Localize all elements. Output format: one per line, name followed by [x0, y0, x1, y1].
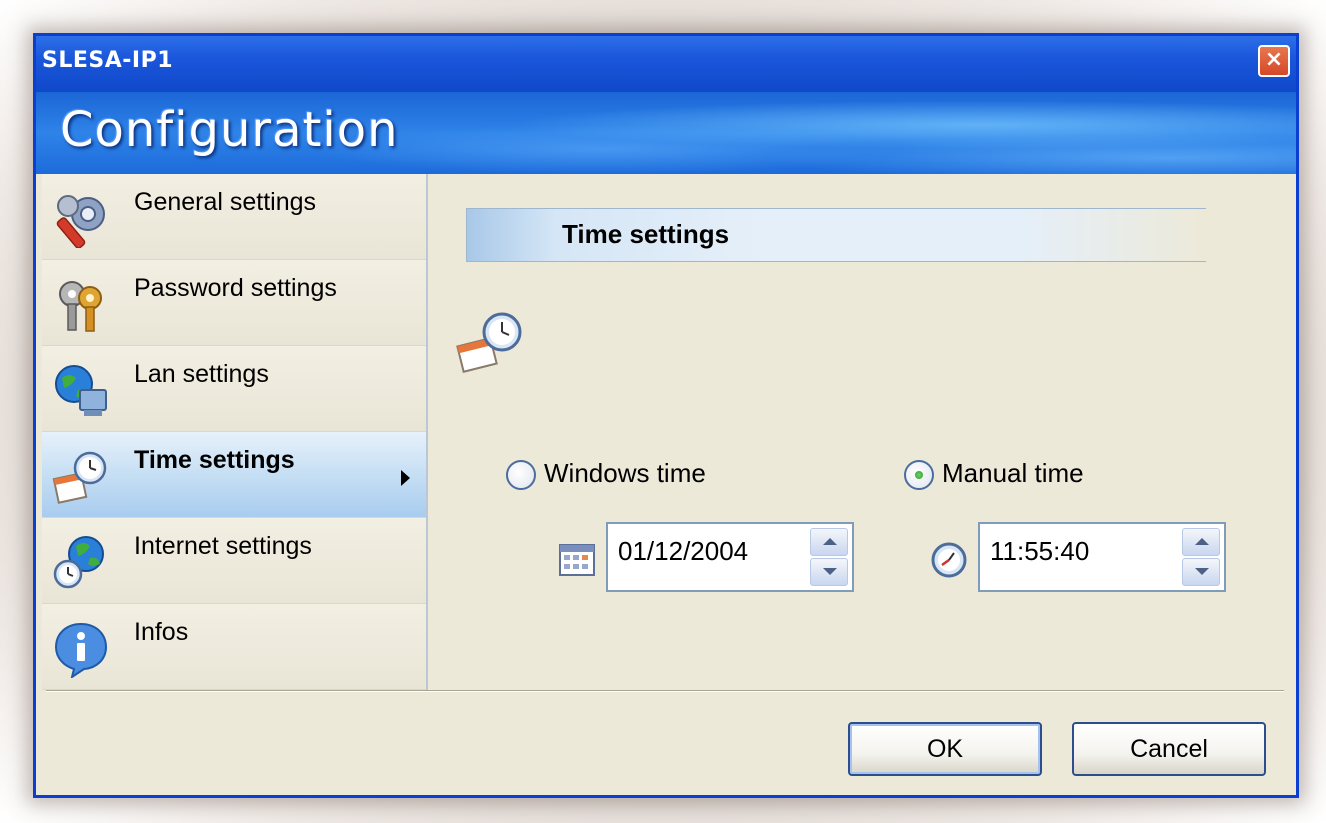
title-bar[interactable]: SLESA-IP1 × — [36, 36, 1296, 92]
time-value: 11:55:40 — [990, 536, 1090, 566]
info-icon — [54, 622, 108, 678]
sidebar-item-general-settings[interactable]: General settings — [42, 174, 426, 260]
windows-time-radio-button[interactable] — [506, 460, 536, 490]
cancel-button[interactable]: Cancel — [1072, 722, 1266, 776]
calendar-icon — [559, 544, 595, 576]
date-input[interactable]: 01/12/2004 — [606, 522, 854, 592]
banner-title: Configuration — [60, 102, 399, 158]
manual-time-radio[interactable]: Manual time — [904, 458, 1124, 494]
chevron-up-icon — [1195, 538, 1209, 545]
windows-time-radio[interactable]: Windows time — [506, 458, 746, 494]
sidebar-item-label: Time settings — [134, 446, 295, 474]
sidebar-item-lan-settings[interactable]: Lan settings — [42, 346, 426, 432]
ok-button[interactable]: OK — [848, 722, 1042, 776]
configuration-dialog: SLESA-IP1 × Configuration General settin… — [33, 33, 1299, 798]
globe-computer-icon — [55, 365, 107, 416]
wrench-gear-icon — [56, 195, 105, 248]
sidebar-item-label: Infos — [134, 618, 189, 646]
chevron-down-icon — [823, 568, 837, 575]
close-icon: × — [1264, 47, 1284, 72]
configuration-banner: Configuration — [36, 92, 1296, 174]
date-up-button[interactable] — [810, 528, 848, 556]
chevron-down-icon — [1195, 568, 1209, 575]
date-spinner — [810, 528, 848, 586]
manual-time-label: Manual time — [942, 458, 1084, 488]
sidebar-item-internet-settings[interactable]: Internet settings — [42, 518, 426, 604]
time-input[interactable]: 11:55:40 — [978, 522, 1226, 592]
sidebar-item-label: Password settings — [134, 274, 337, 302]
sidebar-item-time-settings[interactable]: Time settings — [42, 432, 426, 518]
calendar-clock-icon — [52, 451, 107, 504]
manual-time-radio-button[interactable] — [904, 460, 934, 490]
section-title: Time settings — [562, 219, 730, 249]
sidebar-item-infos[interactable]: Infos — [42, 604, 426, 690]
footer-divider — [46, 690, 1284, 692]
time-spinner — [1182, 528, 1220, 586]
sidebar-item-label: Lan settings — [134, 360, 269, 388]
selected-arrow-icon — [401, 470, 410, 486]
chevron-up-icon — [823, 538, 837, 545]
section-header: Time settings — [466, 208, 1206, 262]
sidebar-item-password-settings[interactable]: Password settings — [42, 260, 426, 346]
date-value: 01/12/2004 — [618, 536, 749, 566]
clock-icon — [931, 542, 967, 578]
settings-sidebar: General settings Password settings Lan s… — [42, 174, 428, 690]
sidebar-item-label: Internet settings — [134, 532, 312, 560]
calendar-clock-icon — [456, 312, 522, 373]
time-down-button[interactable] — [1182, 558, 1220, 586]
globe-clock-icon — [53, 536, 104, 589]
windows-time-label: Windows time — [544, 458, 706, 488]
radio-selected-dot — [915, 471, 923, 479]
sidebar-item-label: General settings — [134, 188, 317, 216]
date-down-button[interactable] — [810, 558, 848, 586]
window-title: SLESA-IP1 — [42, 48, 174, 73]
close-button[interactable]: × — [1258, 45, 1290, 77]
time-up-button[interactable] — [1182, 528, 1220, 556]
keys-icon — [59, 281, 102, 332]
